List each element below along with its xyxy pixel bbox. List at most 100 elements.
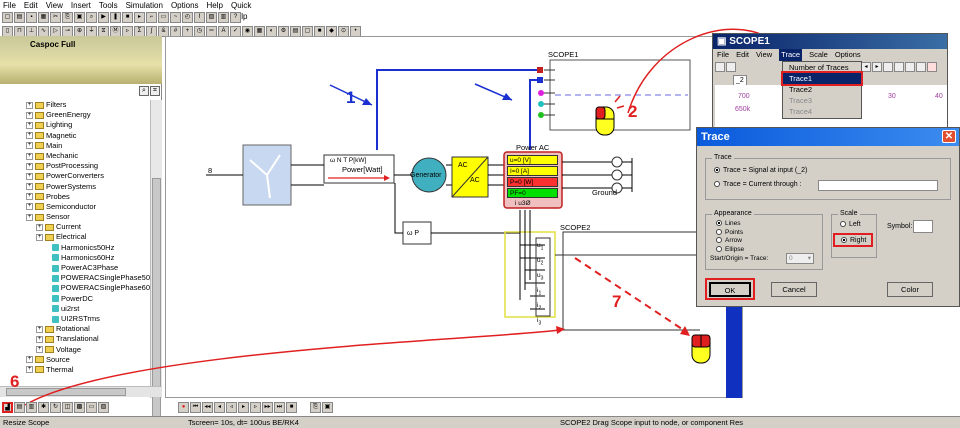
image-icon[interactable]: ▩ <box>74 402 85 413</box>
radio-right[interactable] <box>841 237 847 244</box>
scope1-axis-700: 700 <box>738 93 750 100</box>
scope-menu-scale[interactable]: Scale <box>809 49 828 61</box>
ellipse-label: Ellipse <box>725 245 745 253</box>
generator-label[interactable]: Generator <box>410 170 442 181</box>
scale-group: Scale Left Right <box>831 210 877 258</box>
scope-first-icon[interactable]: ◂ <box>861 62 871 72</box>
scope-save-icon[interactable] <box>715 62 725 72</box>
export-icon[interactable]: ▨ <box>98 402 109 413</box>
dropdown-trace2[interactable]: Trace2 <box>783 84 861 95</box>
scope-menu-view[interactable]: View <box>756 49 772 61</box>
cancel-button[interactable]: Cancel <box>771 282 817 297</box>
scale-group-label: Scale <box>838 210 860 217</box>
scope2-ports: u1 u2 u3 i1 i2 i3 <box>537 240 549 331</box>
trace-group-label: Trace <box>712 154 734 161</box>
step-back-icon[interactable]: ◂ <box>214 402 225 413</box>
dropdown-trace1[interactable]: Trace1 <box>781 71 863 86</box>
forward-icon[interactable]: ▹ <box>250 402 261 413</box>
radio-lines[interactable] <box>716 220 722 227</box>
points-label: Points <box>725 228 744 236</box>
scope-zoom-icon[interactable] <box>883 62 893 72</box>
start-origin-label: Start/Origin = Trace: <box>710 255 769 262</box>
scope2-label: SCOPE2 <box>560 223 591 232</box>
option-current[interactable]: Trace = Current through : <box>714 181 802 188</box>
power-ac-label: Power AC <box>516 143 550 152</box>
scope-window-icon: ▣ <box>717 36 730 47</box>
ground-label: Ground <box>592 188 618 197</box>
scope1-ruler-40: 40 <box>935 93 943 100</box>
radio-points[interactable] <box>716 228 722 235</box>
dropdown-trace3[interactable]: Trace3 <box>783 95 861 106</box>
folder-icon[interactable]: ▭ <box>86 402 97 413</box>
radio-left[interactable] <box>840 221 846 228</box>
end-icon[interactable]: ⏭ <box>274 402 285 413</box>
paste-scope-icon[interactable]: ▣ <box>322 402 333 413</box>
pf-readout: PF=0 <box>507 188 558 198</box>
radio-current[interactable] <box>714 181 720 188</box>
dropdown-trace4[interactable]: Trace4 <box>783 106 861 117</box>
annotation-6: 6 <box>10 372 20 391</box>
scope-menu-file[interactable]: File <box>717 49 729 61</box>
close-icon[interactable]: ✕ <box>942 130 956 143</box>
scope-plot-icon[interactable] <box>927 62 937 72</box>
appearance-lines[interactable]: Lines <box>716 220 744 229</box>
scale-left-label: Left <box>849 221 861 228</box>
scope-menu-options[interactable]: Options <box>835 49 861 61</box>
option-signal[interactable]: Trace = Signal at input (_2) <box>714 167 807 174</box>
scope2-port-index: 3 <box>538 320 542 327</box>
refresh-icon[interactable]: ↻ <box>50 402 61 413</box>
rewind-start-icon[interactable]: ⏮ <box>190 402 201 413</box>
start-origin-value: 0 <box>789 255 793 262</box>
scope2-port-label: u1 <box>537 240 549 255</box>
scope-fit-icon[interactable] <box>916 62 926 72</box>
scale-right[interactable]: Right <box>833 233 873 247</box>
scope1-titlebar[interactable]: ▣ SCOPE1 <box>713 34 947 49</box>
scope-last-icon[interactable]: ▸ <box>872 62 882 72</box>
scope2-port-label: i3 <box>537 315 549 330</box>
scale-left[interactable]: Left <box>840 221 861 228</box>
scope-print-icon[interactable] <box>726 62 736 72</box>
ac-top-label: AC <box>458 162 468 169</box>
sweep-icon[interactable]: ◫ <box>62 402 73 413</box>
p-readout: P=0 [W] <box>507 177 558 187</box>
record-icon[interactable]: ● <box>178 402 189 413</box>
scope-menu-edit[interactable]: Edit <box>736 49 749 61</box>
appearance-arrow[interactable]: Arrow <box>716 237 744 246</box>
scope1-toolbar <box>715 62 785 74</box>
bug-icon[interactable]: ✱ <box>38 402 49 413</box>
symbol-input[interactable] <box>913 220 933 233</box>
stop-playback-icon[interactable]: ■ <box>286 402 297 413</box>
scope2-port-label: u3 <box>537 270 549 285</box>
scope-grid-icon[interactable] <box>894 62 904 72</box>
status-right: SCOPE2 Drag Scope input to node, or comp… <box>560 418 744 427</box>
radio-ellipse[interactable] <box>716 245 722 252</box>
trace-dropdown: Number of Traces Trace1 Trace2 Trace3 Tr… <box>781 61 863 119</box>
trace-group: Trace Trace = Signal at input (_2) Trace… <box>705 154 951 200</box>
copy-scope-icon[interactable]: ⎘ <box>310 402 321 413</box>
trace-dialog-titlebar[interactable]: Trace ✕ <box>697 128 959 146</box>
radio-signal[interactable] <box>714 167 720 174</box>
ok-button[interactable]: OK <box>709 282 751 297</box>
layout-icon[interactable]: ▤ <box>14 402 25 413</box>
radio-arrow[interactable] <box>716 237 722 244</box>
symbol-label: Symbol: <box>887 223 913 230</box>
play-icon[interactable]: ▸ <box>238 402 249 413</box>
back-icon[interactable]: ◃ <box>226 402 237 413</box>
status-left: Resize Scope <box>3 418 50 427</box>
chevron-down-icon: ▾ <box>807 255 811 262</box>
appearance-points[interactable]: Points <box>716 229 744 238</box>
scope2-port-index: 1 <box>540 245 544 252</box>
color-button[interactable]: Color <box>887 282 933 297</box>
current-through-input[interactable] <box>818 180 938 191</box>
dropdown-number-of-traces[interactable]: Number of Traces <box>783 62 861 73</box>
rewind-icon[interactable]: ◂◂ <box>202 402 213 413</box>
power-block-label[interactable]: Power[Watt] <box>342 164 383 175</box>
appearance-ellipse[interactable]: Ellipse <box>716 246 744 255</box>
start-origin-select[interactable]: 0 ▾ <box>786 253 814 264</box>
scope2-port-label: i1 <box>537 285 549 300</box>
scope-table-icon[interactable] <box>905 62 915 72</box>
chart-icon[interactable]: ▥ <box>26 402 37 413</box>
scope-menu-trace[interactable]: Trace <box>779 49 803 61</box>
resize-scope-icon[interactable]: ▟ <box>2 402 13 413</box>
fast-forward-icon[interactable]: ▸▸ <box>262 402 273 413</box>
